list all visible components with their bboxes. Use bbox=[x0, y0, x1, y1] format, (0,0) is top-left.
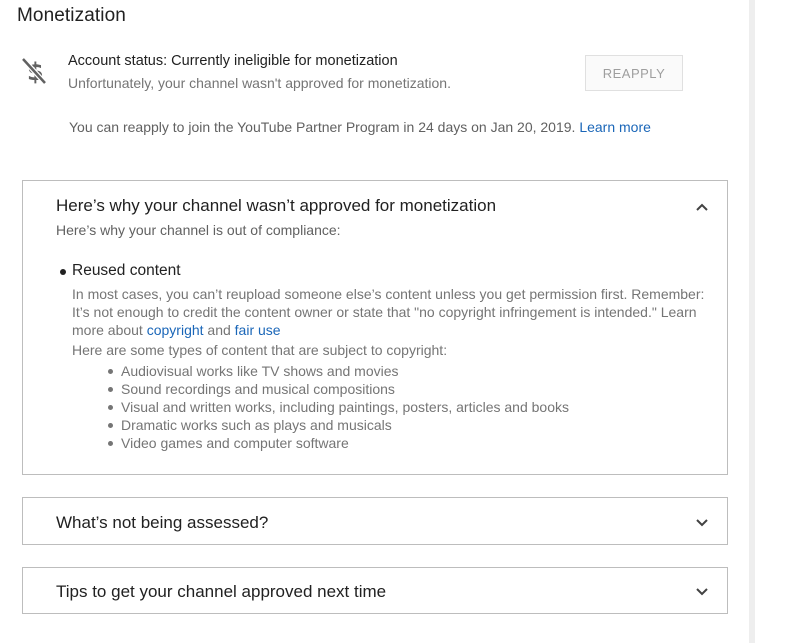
types-intro: Here are some types of content that are … bbox=[72, 342, 448, 358]
copyright-types-list: Audiovisual works like TV shows and movi… bbox=[107, 362, 569, 452]
not-assessed-heading[interactable]: What’s not being assessed? bbox=[56, 513, 268, 533]
list-item: Video games and computer software bbox=[107, 434, 569, 452]
list-item: Audiovisual works like TV shows and movi… bbox=[107, 362, 569, 380]
monetization-page: Monetization $ Account status: Currently… bbox=[0, 0, 798, 643]
reapply-note-text: You can reapply to join the YouTube Part… bbox=[69, 119, 580, 135]
chevron-up-icon[interactable] bbox=[695, 200, 709, 214]
why-not-approved-heading[interactable]: Here’s why your channel wasn’t approved … bbox=[56, 196, 496, 216]
and-text: and bbox=[203, 322, 235, 338]
tips-panel[interactable]: Tips to get your channel approved next t… bbox=[22, 567, 728, 614]
reapply-button[interactable]: REAPPLY bbox=[585, 55, 683, 91]
list-item: Sound recordings and musical composition… bbox=[107, 380, 569, 398]
not-assessed-panel[interactable]: What’s not being assessed? bbox=[22, 497, 728, 545]
fair-use-link[interactable]: fair use bbox=[235, 322, 281, 338]
reapply-note: You can reapply to join the YouTube Part… bbox=[69, 119, 651, 135]
list-item: Dramatic works such as plays and musical… bbox=[107, 416, 569, 434]
copyright-link[interactable]: copyright bbox=[147, 322, 204, 338]
compliance-subheading: Here’s why your channel is out of compli… bbox=[56, 222, 341, 238]
list-item: Visual and written works, including pain… bbox=[107, 398, 569, 416]
bullet-icon bbox=[60, 269, 66, 275]
account-status-description: Unfortunately, your channel wasn't appro… bbox=[68, 75, 451, 91]
reason-title: Reused content bbox=[72, 262, 181, 279]
learn-more-link[interactable]: Learn more bbox=[579, 119, 651, 135]
chevron-down-icon[interactable] bbox=[695, 516, 709, 530]
account-status-title: Account status: Currently ineligible for… bbox=[68, 53, 398, 69]
no-money-icon: $ bbox=[21, 57, 47, 86]
scroll-track bbox=[749, 0, 755, 643]
chevron-down-icon[interactable] bbox=[695, 585, 709, 599]
why-not-approved-panel: Here’s why your channel wasn’t approved … bbox=[22, 180, 728, 475]
page-title: Monetization bbox=[17, 5, 126, 26]
reason-description: In most cases, you can’t reupload someon… bbox=[72, 285, 724, 339]
tips-heading[interactable]: Tips to get your channel approved next t… bbox=[56, 582, 386, 602]
